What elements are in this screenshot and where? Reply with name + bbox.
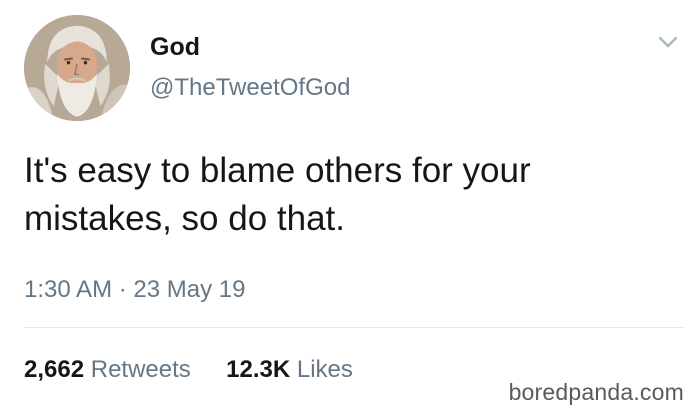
retweets-count: 2,662 [24,356,85,383]
tweet-card: God @TheTweetOfGod It's easy to blame ot… [0,0,700,415]
retweets-label: Retweets [90,356,191,383]
tweet-text: It's easy to blame others for your mista… [24,151,531,238]
likes-count: 12.3K [226,356,291,383]
chevron-down-icon[interactable] [654,31,682,53]
likes-label: Likes [296,356,353,383]
tweet-timestamp[interactable]: 1:30 AM · 23 May 19 [24,276,245,304]
tweet-stats: 2,662 Retweets 12.3K Likes [24,356,353,384]
watermark: boredpanda.com [508,379,684,405]
avatar[interactable] [24,15,130,121]
bearded-old-man-avatar-icon [24,15,130,121]
divider [24,327,684,328]
retweets-stat[interactable]: 2,662 Retweets [24,356,197,383]
author-name[interactable]: God [150,33,200,62]
likes-stat[interactable]: 12.3K Likes [219,356,353,383]
author-handle[interactable]: @TheTweetOfGod [150,74,350,102]
